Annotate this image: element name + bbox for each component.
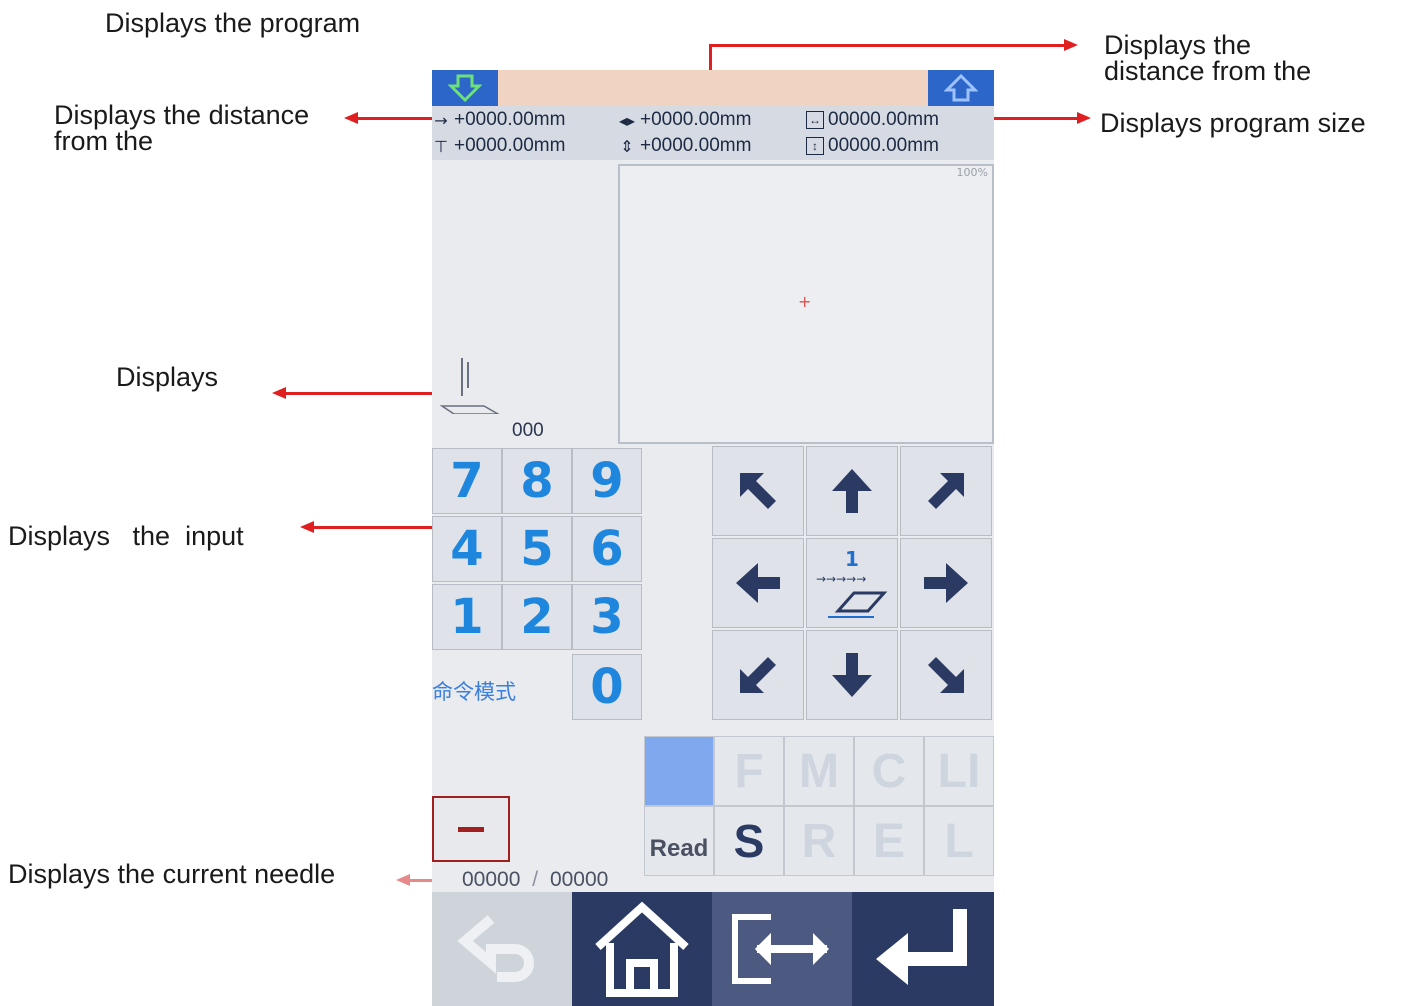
x-distance-icon: ◂▸ xyxy=(618,110,636,130)
stitch-count: 000 xyxy=(512,420,544,441)
f-button[interactable]: F xyxy=(714,736,784,806)
down-arrow-icon xyxy=(448,74,482,102)
home-icon xyxy=(595,901,689,997)
arrow-down-left-icon xyxy=(740,657,776,693)
coordinate-bar: → +0000.00mm ⊤ +0000.00mm ◂▸ +0000.00mm … xyxy=(432,106,994,160)
top-bar xyxy=(432,70,994,106)
x-from-origin: → +0000.00mm xyxy=(432,109,565,131)
key-5[interactable]: 5 xyxy=(502,516,572,582)
m-button[interactable]: M xyxy=(784,736,854,806)
y-distance-icon: ⇕ xyxy=(620,136,634,156)
arrow-right-icon xyxy=(924,563,968,603)
enter-button[interactable] xyxy=(852,892,994,1006)
origin-marker-icon: + xyxy=(798,292,812,311)
key-9[interactable]: 9 xyxy=(572,448,642,514)
s-button[interactable]: S xyxy=(714,806,784,876)
x-distance: ◂▸ +0000.00mm xyxy=(618,109,751,131)
annotation-distance-right-line2: distance from the xyxy=(1104,56,1312,86)
transfer-icon xyxy=(732,914,829,984)
key-0[interactable]: 0 xyxy=(572,654,642,720)
step-mode-icon: →→→→→ xyxy=(816,572,888,618)
key-1[interactable]: 1 xyxy=(432,584,502,650)
direction-pad: 1 →→→→→ xyxy=(712,446,994,722)
pattern-preview[interactable]: 100% + xyxy=(618,164,994,444)
x-distance-value: +0000.00mm xyxy=(640,109,752,130)
command-mode-button[interactable]: 命令模式 xyxy=(432,676,516,706)
program-width-value: 00000.00mm xyxy=(828,109,939,130)
move-up-left-button[interactable] xyxy=(712,446,804,536)
move-left-button[interactable] xyxy=(712,538,804,628)
height-icon: ↕ xyxy=(806,137,824,155)
move-down-left-button[interactable] xyxy=(712,630,804,720)
r-button[interactable]: R xyxy=(784,806,854,876)
annotation-program: Displays the program xyxy=(105,8,361,38)
li-button[interactable]: LI xyxy=(924,736,994,806)
y-from-origin: ⊤ +0000.00mm xyxy=(432,135,565,157)
e-button[interactable]: E xyxy=(854,806,924,876)
total-needle-value: 00000 xyxy=(549,868,609,891)
l-button[interactable]: L xyxy=(924,806,994,876)
home-button[interactable] xyxy=(572,892,712,1006)
program-width: ↔ 00000.00mm xyxy=(806,109,939,131)
color-block-button[interactable] xyxy=(644,736,714,806)
annotation-current-needle: Displays the current needle xyxy=(8,859,336,889)
key-3[interactable]: 3 xyxy=(572,584,642,650)
minus-button[interactable] xyxy=(432,796,510,862)
x-from-origin-value: +0000.00mm xyxy=(454,109,566,130)
move-down-right-button[interactable] xyxy=(900,630,992,720)
arrow-down-icon xyxy=(832,653,872,697)
minus-icon xyxy=(458,826,484,832)
device-screen: → +0000.00mm ⊤ +0000.00mm ◂▸ +0000.00mm … xyxy=(432,70,994,1006)
annotation-program-size: Displays program size xyxy=(1100,108,1366,138)
arrow-down-right-icon xyxy=(928,657,964,693)
y-from-origin-value: +0000.00mm xyxy=(454,135,566,156)
step-mode-button[interactable]: 1 →→→→→ xyxy=(806,538,898,628)
needle-separator: / xyxy=(532,868,539,891)
transfer-button[interactable] xyxy=(712,892,852,1006)
step-value: 1 xyxy=(845,547,859,571)
width-icon: ↔ xyxy=(806,111,824,129)
key-6[interactable]: 6 xyxy=(572,516,642,582)
program-height-value: 00000.00mm xyxy=(828,135,939,156)
program-height: ↕ 00000.00mm xyxy=(806,135,939,157)
move-up-button[interactable] xyxy=(806,446,898,536)
zoom-level: 100% xyxy=(956,166,988,179)
back-button[interactable] xyxy=(432,892,572,1006)
annotation-displays: Displays xyxy=(116,362,219,392)
key-4[interactable]: 4 xyxy=(432,516,502,582)
key-8[interactable]: 8 xyxy=(502,448,572,514)
needle-count: 00000 / 00000 xyxy=(462,868,608,892)
move-right-button[interactable] xyxy=(900,538,992,628)
upload-button[interactable] xyxy=(928,70,994,106)
up-arrow-icon xyxy=(944,74,978,102)
x-origin-icon: → xyxy=(434,110,448,130)
bottom-navigation xyxy=(432,892,994,1006)
arrow-up-right-icon xyxy=(928,473,964,509)
arrow-left-icon xyxy=(736,563,780,603)
enter-icon xyxy=(876,909,967,985)
y-distance-value: +0000.00mm xyxy=(640,135,752,156)
y-origin-icon: ⊤ xyxy=(434,136,448,156)
current-needle-value: 00000 xyxy=(462,868,521,891)
arrow-up-left-icon xyxy=(740,473,776,509)
y-distance: ⇕ +0000.00mm xyxy=(618,135,751,157)
svg-text:→→→→→: →→→→→ xyxy=(816,572,866,586)
read-button[interactable]: Read xyxy=(644,806,714,876)
annotation-input: Displays the input xyxy=(8,521,244,551)
annotation-distance-left-line1: Displays the distance xyxy=(54,100,310,130)
annotation-distance-right-line1: Displays the xyxy=(1104,30,1252,60)
needle-icon xyxy=(440,358,500,414)
back-icon xyxy=(457,915,534,982)
download-button[interactable] xyxy=(432,70,498,106)
annotation-distance-left-line2: from the xyxy=(54,126,154,156)
key-2[interactable]: 2 xyxy=(502,584,572,650)
c-button[interactable]: C xyxy=(854,736,924,806)
move-down-button[interactable] xyxy=(806,630,898,720)
key-7[interactable]: 7 xyxy=(432,448,502,514)
move-up-right-button[interactable] xyxy=(900,446,992,536)
arrow-up-icon xyxy=(832,469,872,513)
